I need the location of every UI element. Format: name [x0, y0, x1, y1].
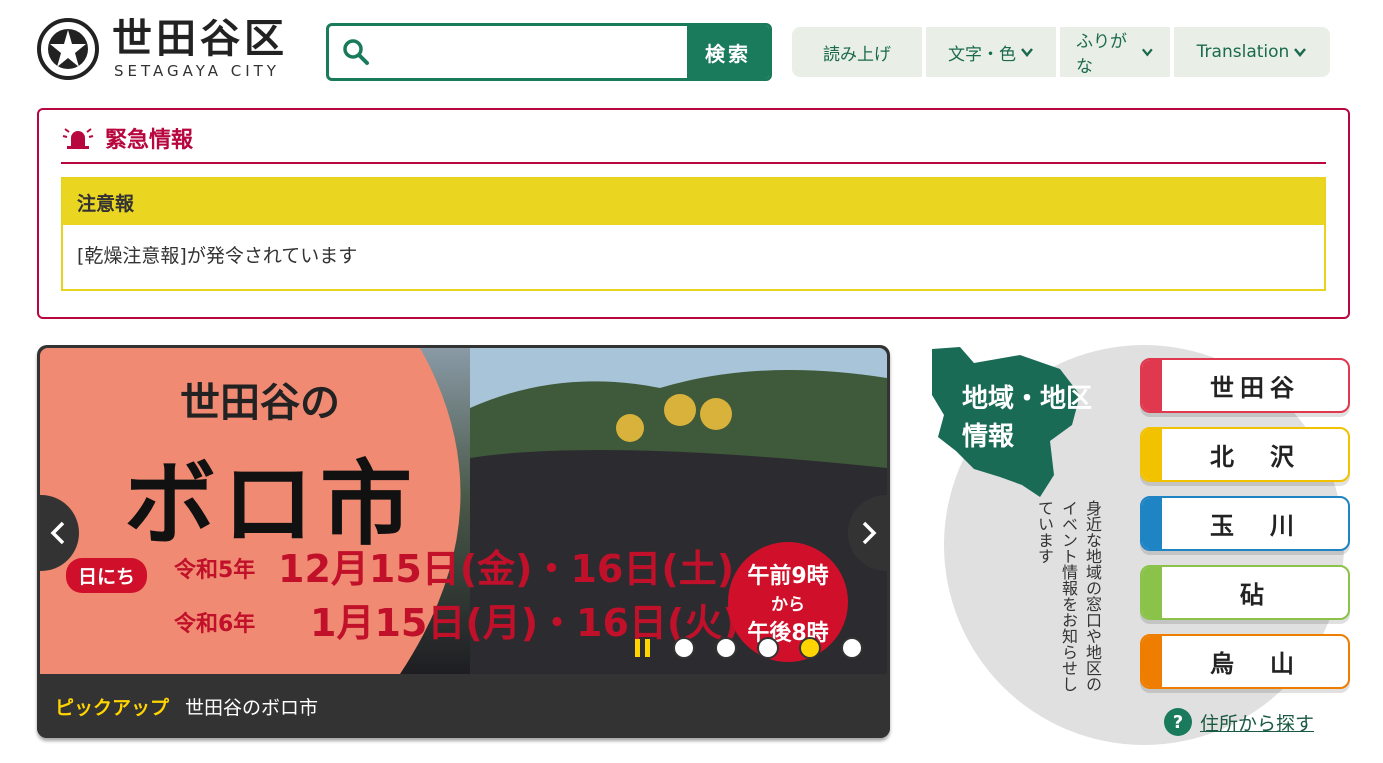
- pause-icon[interactable]: [631, 637, 653, 659]
- headline-top: 世田谷の: [180, 380, 340, 426]
- region-button-tamagawa[interactable]: 玉 川: [1140, 496, 1350, 551]
- caption-tag: ピックアップ: [55, 696, 170, 719]
- region-button-setagaya[interactable]: 世田谷: [1140, 358, 1350, 413]
- carousel-dot[interactable]: [757, 637, 779, 659]
- pickup-carousel: 世田谷の ボロ市 日にち 令和5年 12月15日(金)・16日(土) 令和6年 …: [37, 345, 890, 738]
- alert-level: 注意報: [63, 179, 1324, 225]
- search-button[interactable]: 検索: [687, 26, 769, 78]
- carousel-slide[interactable]: 世田谷の ボロ市 日にち 令和5年 12月15日(金)・16日(土) 令和6年 …: [40, 348, 887, 674]
- carousel-caption[interactable]: ピックアップ 世田谷のボロ市: [37, 674, 890, 738]
- search-input[interactable]: [383, 26, 687, 78]
- logo-japanese: 世田谷区: [112, 16, 288, 62]
- emergency-header: 緊急情報: [61, 122, 193, 154]
- chevron-down-icon: [1142, 48, 1154, 57]
- region-button-karasuyama[interactable]: 烏 山: [1140, 634, 1350, 689]
- chevron-right-icon: [862, 521, 877, 545]
- date-line-1: 12月15日(金)・16日(土): [278, 547, 735, 591]
- date-era-1: 令和5年: [174, 558, 256, 583]
- address-search-link[interactable]: 住所から探す: [1200, 709, 1314, 736]
- carousel-dot[interactable]: [715, 637, 737, 659]
- read-aloud-button[interactable]: 読み上げ: [792, 27, 922, 77]
- site-logo[interactable]: 世田谷区 SETAGAYA CITY: [36, 16, 296, 82]
- logo-english: SETAGAYA CITY: [114, 62, 280, 80]
- caption-title: 世田谷のボロ市: [185, 696, 319, 719]
- region-buttons: 世田谷 北 沢 玉 川 砧 烏 山: [1140, 358, 1350, 689]
- date-tag: 日にち: [66, 558, 148, 593]
- region-info: 地域・地区 情報 身近な地域の窓口や地区のイベント情報をお知らせしています 世田…: [920, 340, 1383, 763]
- carousel-dot-active[interactable]: [799, 637, 821, 659]
- region-button-kitazawa[interactable]: 北 沢: [1140, 427, 1350, 482]
- search-bar: 検索: [326, 23, 772, 81]
- search-icon: [329, 26, 383, 78]
- alert-text[interactable]: [乾燥注意報]が発令されています: [63, 225, 1324, 284]
- divider: [61, 162, 1326, 164]
- help-icon: ?: [1164, 708, 1192, 736]
- chevron-down-icon: [1294, 48, 1307, 57]
- emergency-title: 緊急情報: [105, 128, 194, 153]
- chevron-left-icon: [50, 521, 65, 545]
- accessibility-toolbar: 読み上げ 文字・色 ふりがな Translation: [792, 27, 1330, 77]
- alert-box: 注意報 [乾燥注意報]が発令されています: [61, 177, 1326, 291]
- carousel-dot[interactable]: [673, 637, 695, 659]
- address-search[interactable]: ? 住所から探す: [1164, 708, 1314, 736]
- region-title: 地域・地区 情報: [962, 384, 1093, 452]
- date-era-2: 令和6年: [174, 612, 256, 637]
- region-button-kinuta[interactable]: 砧: [1140, 565, 1350, 620]
- carousel-dots: [631, 637, 863, 659]
- text-color-button[interactable]: 文字・色: [926, 27, 1056, 77]
- translation-button[interactable]: Translation: [1174, 27, 1330, 77]
- setagaya-emblem-icon: [37, 18, 99, 80]
- emergency-panel: 緊急情報 注意報 [乾燥注意報]が発令されています: [37, 108, 1350, 319]
- furigana-button[interactable]: ふりがな: [1060, 27, 1170, 77]
- region-description: 身近な地域の窓口や地区のイベント情報をお知らせしています: [1035, 500, 1102, 692]
- chevron-down-icon: [1021, 48, 1033, 57]
- carousel-dot[interactable]: [841, 637, 863, 659]
- siren-icon: [62, 128, 94, 149]
